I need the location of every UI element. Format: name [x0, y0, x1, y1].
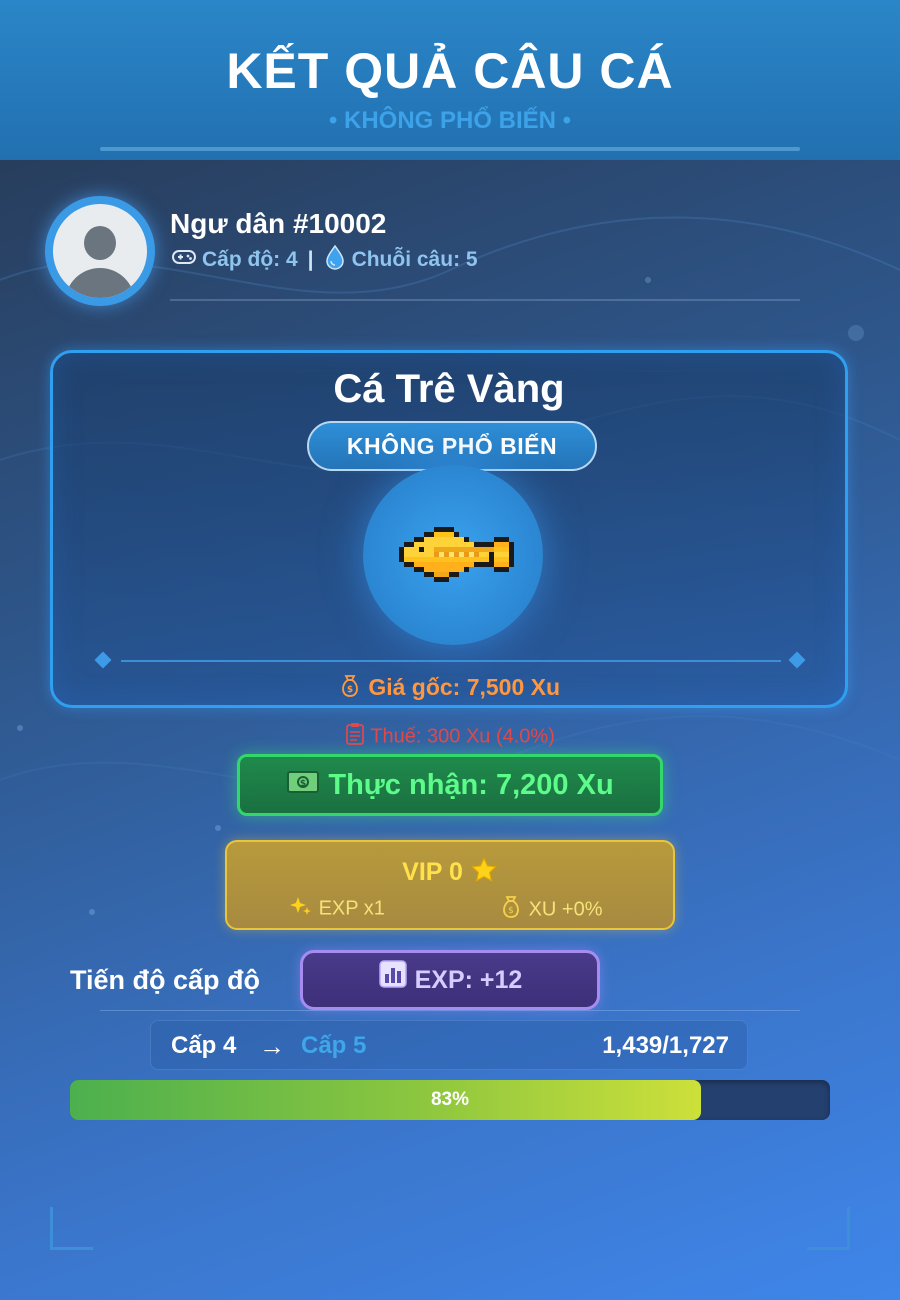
gamepad-icon — [172, 247, 196, 273]
clipboard-icon — [345, 722, 365, 752]
star-icon — [470, 856, 498, 891]
avatar-image — [53, 204, 147, 298]
level-progress-row: Cấp 4 → Cấp 5 1,439/1,727 — [150, 1020, 748, 1070]
svg-text:$: $ — [347, 685, 353, 695]
fish-icon — [399, 527, 514, 582]
base-price-text: Giá gốc: 7,500 Xu — [368, 674, 561, 701]
avatar-head-shape — [84, 226, 116, 260]
rarity-badge: KHÔNG PHỔ BIẾN — [307, 421, 597, 471]
fish-card: Cá Trê Vàng KHÔNG PHỔ BIẾN $ Giá gốc: 7,… — [50, 350, 848, 708]
exp-progress-bar: 83% — [70, 1080, 830, 1120]
exp-gain-text: EXP: +12 — [414, 966, 523, 994]
player-stats: Cấp độ: 4 | Chuỗi câu: 5 — [172, 244, 478, 276]
diamond-right-icon — [788, 651, 806, 669]
fish-orb — [363, 465, 543, 645]
frame-corner-bottom-right — [807, 1207, 850, 1250]
vip-title: VIP 0 — [227, 856, 673, 891]
frame-corner-bottom-left — [50, 1207, 93, 1250]
progress-divider — [100, 1010, 800, 1011]
header-divider — [100, 147, 800, 151]
player-streak: Chuỗi câu: 5 — [351, 248, 478, 271]
svg-text:$: $ — [300, 779, 306, 789]
avatar-body-shape — [65, 268, 135, 298]
level-arrow-icon: → — [259, 1031, 285, 1061]
card-divider — [121, 660, 781, 662]
base-price: $ Giá gốc: 7,500 Xu — [53, 673, 845, 705]
vip-exp-bonus: EXP x1 — [289, 894, 385, 924]
player-name: Ngư dân #10002 — [170, 208, 387, 239]
money-bag-icon: $ — [499, 894, 523, 926]
sparkles-icon — [289, 894, 313, 924]
fish-name: Cá Trê Vàng — [333, 367, 565, 411]
droplet-icon — [324, 244, 346, 276]
current-level: Cấp 4 — [171, 1032, 237, 1059]
page-title: KẾT QUẢ CÂU CÁ — [226, 43, 674, 99]
avatar — [45, 196, 155, 306]
vip-xu-text: XU +0% — [528, 898, 603, 921]
tax-text: Thuế: 300 Xu (4.0%) — [370, 725, 555, 748]
vip-box: VIP 0 EXP x1 $ XU +0% — [225, 840, 675, 930]
exp-count: 1,439/1,727 — [602, 1032, 729, 1059]
vip-level: VIP 0 — [402, 858, 463, 887]
vip-exp-text: EXP x1 — [318, 897, 385, 920]
profile-divider — [170, 299, 800, 301]
exp-gain-box: EXP: +12 — [300, 950, 600, 1010]
next-level: Cấp 5 — [301, 1032, 367, 1059]
diamond-left-icon — [94, 651, 112, 669]
result-header: KẾT QUẢ CÂU CÁ • KHÔNG PHỔ BIẾN • — [0, 0, 900, 160]
stats-separator: | — [307, 248, 314, 271]
vip-xu-bonus: $ XU +0% — [499, 894, 603, 926]
net-amount-text: Thực nhận: 7,200 Xu — [328, 769, 614, 801]
exp-progress-percent: 83% — [430, 1089, 470, 1110]
tax-line: Thuế: 300 Xu (4.0%) — [0, 722, 900, 752]
cash-icon: $ — [286, 758, 320, 814]
chart-icon — [378, 954, 408, 1008]
money-bag-icon: $ — [338, 673, 362, 705]
progress-label: Tiến độ cấp độ — [70, 965, 261, 995]
rarity-subtitle: • KHÔNG PHỔ BIẾN • — [328, 107, 572, 134]
svg-text:$: $ — [508, 906, 514, 916]
player-level: Cấp độ: 4 — [202, 248, 298, 271]
net-amount-box: $ Thực nhận: 7,200 Xu — [237, 754, 663, 816]
